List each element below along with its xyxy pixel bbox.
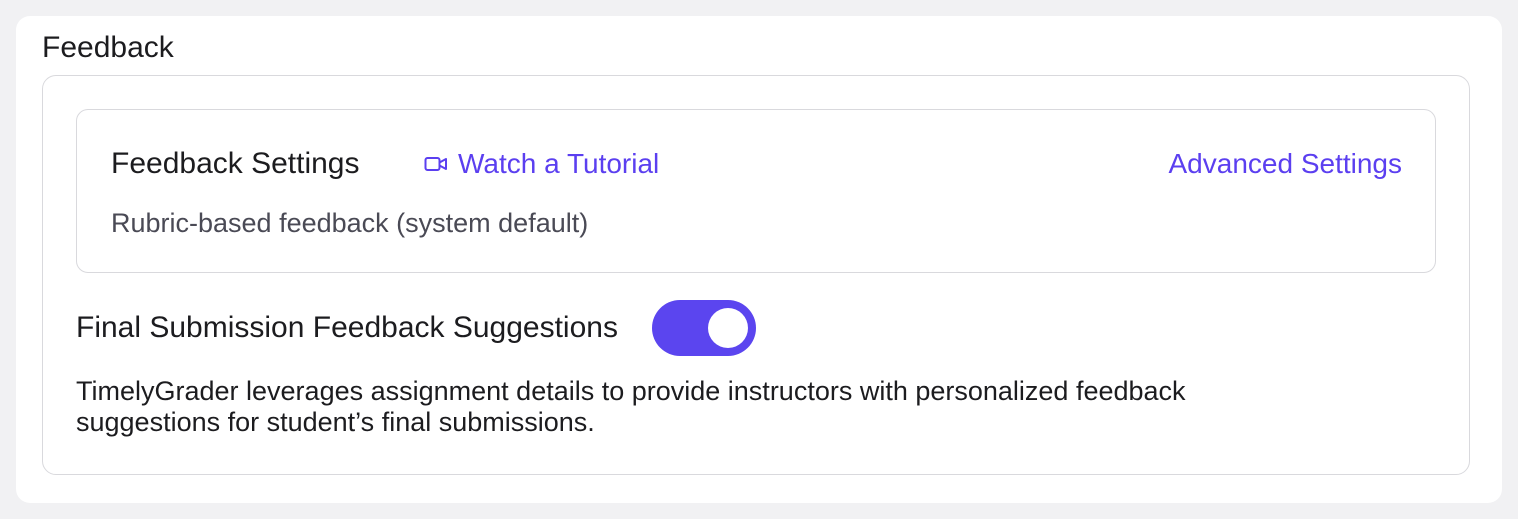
toggle-knob [707, 308, 748, 348]
feedback-card: Feedback Feedback Settings Watch a Tutor… [16, 16, 1502, 503]
advanced-settings-link[interactable]: Advanced Settings [1169, 146, 1403, 182]
feedback-settings-title: Feedback Settings [111, 147, 360, 180]
final-submission-toggle[interactable] [651, 300, 756, 356]
watch-tutorial-link[interactable]: Watch a Tutorial [424, 146, 659, 182]
section-title: Feedback [42, 31, 174, 64]
feedback-settings-box: Feedback Settings Watch a Tutorial Advan… [76, 109, 1436, 273]
feedback-mode-subtitle: Rubric-based feedback (system default) [111, 208, 589, 238]
watch-tutorial-label: Watch a Tutorial [458, 148, 660, 179]
video-camera-icon [424, 155, 448, 173]
final-submission-description: TimelyGrader leverages assignment detail… [76, 376, 1186, 437]
final-submission-label: Final Submission Feedback Suggestions [76, 311, 618, 344]
feedback-panel: Feedback Settings Watch a Tutorial Advan… [42, 75, 1470, 475]
final-submission-row: Final Submission Feedback Suggestions [76, 300, 756, 356]
